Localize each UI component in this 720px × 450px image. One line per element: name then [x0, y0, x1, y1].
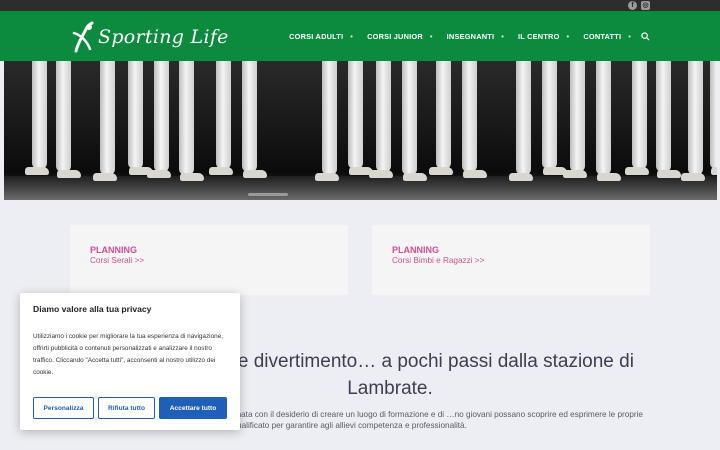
search-icon[interactable] [641, 31, 650, 41]
dancer-leg [516, 61, 531, 175]
dancer-foot [463, 170, 487, 178]
dancer-foot [57, 170, 81, 178]
dancer-foot [315, 173, 339, 181]
card-link-bimbi[interactable]: Corsi Bimbi e Ragazzi >> [392, 256, 484, 265]
dancer-leg [56, 61, 71, 172]
logo-text: Sporting Life [98, 26, 229, 48]
instagram-icon[interactable]: ◎ [641, 1, 650, 10]
slider-indicator[interactable] [248, 193, 288, 196]
site-logo[interactable]: Sporting Life [72, 19, 229, 55]
dancer-leg [656, 61, 671, 172]
cookie-title: Diamo valore alla tua privacy [33, 304, 152, 314]
dancer-leg [436, 61, 451, 169]
dancer-logo-icon [72, 21, 94, 53]
dancer-foot [25, 167, 49, 175]
dancer-leg [32, 61, 47, 169]
dancer-foot [711, 167, 717, 175]
dancer-leg [348, 61, 363, 169]
planning-card-serali[interactable]: PLANNING Corsi Serali >> [70, 225, 348, 295]
dancer-leg [596, 61, 611, 175]
dancer-foot [369, 170, 393, 178]
dancer-foot [93, 173, 117, 181]
dancer-foot [147, 170, 171, 178]
dancer-foot [403, 173, 427, 181]
dancer-foot [657, 170, 681, 178]
dancer-leg [179, 61, 194, 175]
top-bar: f ◎ [0, 0, 720, 11]
dancer-foot [180, 173, 204, 181]
dancer-foot [597, 173, 621, 181]
dancer-leg [462, 61, 477, 172]
nav-corsi-junior[interactable]: CORSI JUNIOR [360, 32, 440, 41]
customize-button[interactable]: Personalizza [33, 397, 94, 419]
facebook-icon[interactable]: f [628, 1, 637, 10]
main-nav: CORSI ADULTI CORSI JUNIOR INSEGNANTI IL … [282, 11, 650, 61]
dancer-foot [243, 170, 267, 178]
cookie-text: Utilizziamo i cookie per migliorare la t… [33, 333, 224, 376]
dancer-leg [632, 61, 647, 169]
dancer-leg [688, 61, 703, 175]
nav-corsi-adulti[interactable]: CORSI ADULTI [282, 32, 360, 41]
dancer-leg [154, 61, 169, 172]
dancer-leg [242, 61, 257, 172]
card-title: PLANNING [90, 245, 137, 255]
dancer-foot [509, 173, 533, 181]
planning-card-bimbi[interactable]: PLANNING Corsi Bimbi e Ragazzi >> [372, 225, 650, 295]
nav-insegnanti[interactable]: INSEGNANTI [440, 32, 511, 41]
dancer-foot [429, 167, 453, 175]
card-link-serali[interactable]: Corsi Serali >> [90, 256, 144, 265]
site-header: Sporting Life CORSI ADULTI CORSI JUNIOR … [0, 11, 720, 61]
dancer-leg [128, 61, 143, 169]
dancer-leg [710, 61, 717, 169]
hero-image [4, 61, 717, 200]
cookie-consent-dialog: Diamo valore alla tua privacy Utilizziam… [20, 293, 240, 430]
dancer-leg [402, 61, 417, 175]
dancer-foot [209, 167, 233, 175]
nav-contatti[interactable]: CONTATTI [576, 32, 638, 41]
dancer-leg [542, 61, 557, 169]
card-title: PLANNING [392, 245, 439, 255]
dancer-foot [625, 167, 649, 175]
dancer-leg [216, 61, 231, 169]
dancer-leg [100, 61, 115, 175]
dancer-leg [322, 61, 337, 175]
reject-all-button[interactable]: Rifiuta tutto [98, 397, 155, 419]
dancer-foot [681, 173, 705, 181]
dancer-leg [570, 61, 585, 172]
dancer-leg [376, 61, 391, 172]
dancer-foot [563, 170, 587, 178]
nav-il-centro[interactable]: IL CENTRO [511, 32, 576, 41]
accept-all-button[interactable]: Accettare tutto [159, 397, 227, 419]
